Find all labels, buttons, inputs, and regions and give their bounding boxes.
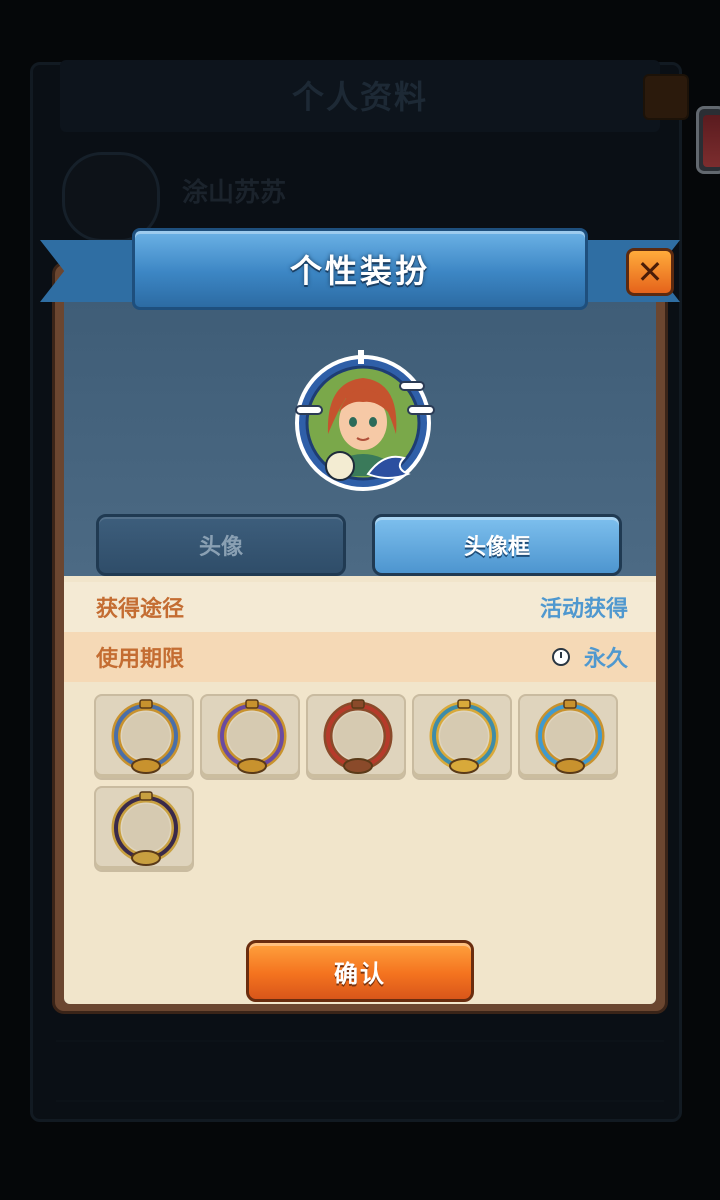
background-divider [56,1100,664,1102]
frame-item-horned-frame[interactable] [306,694,406,780]
brush-frame-icon [535,699,605,774]
winged-laurel-frame-icon [111,791,181,866]
purple-serpent-frame-icon [217,699,287,774]
gold-serpent-frame-icon [111,699,181,774]
frame-item-gold-serpent-frame[interactable] [94,694,194,780]
dragon-crown-frame-icon [429,699,499,774]
background-divider [56,1040,664,1042]
acquisition-row: 获得途径 活动获得 [64,582,656,632]
tab-avatar[interactable]: 头像 [96,514,346,576]
duration-value-group: 永久 [551,641,628,673]
dialog-title: 个性装扮 [289,252,430,290]
background-title: 个人资料 [291,78,428,116]
close-button[interactable]: ✕ [626,248,674,296]
frame-item-brush-frame[interactable] [518,694,618,780]
acquisition-label: 获得途径 [96,597,185,622]
frame-item-dragon-crown-frame[interactable] [412,694,512,780]
acquisition-value: 活动获得 [539,597,628,622]
close-icon: ✕ [636,253,664,291]
background-close-button [643,74,689,120]
background-player-name: 涂山苏苏 [182,178,287,208]
background-side-tab [696,106,720,174]
horned-frame-icon [323,699,393,774]
duration-row: 使用期限 永久 [64,632,656,682]
frame-item-purple-serpent-frame[interactable] [200,694,300,780]
frame-item-winged-laurel-frame[interactable] [94,786,194,872]
duration-label: 使用期限 [96,647,185,672]
duration-value: 永久 [583,647,628,672]
confirm-button[interactable]: 确认 [246,940,474,1002]
clock-icon [551,648,570,666]
avatar-preview [295,350,435,491]
tab-avatar-frame[interactable]: 头像框 [372,514,622,576]
